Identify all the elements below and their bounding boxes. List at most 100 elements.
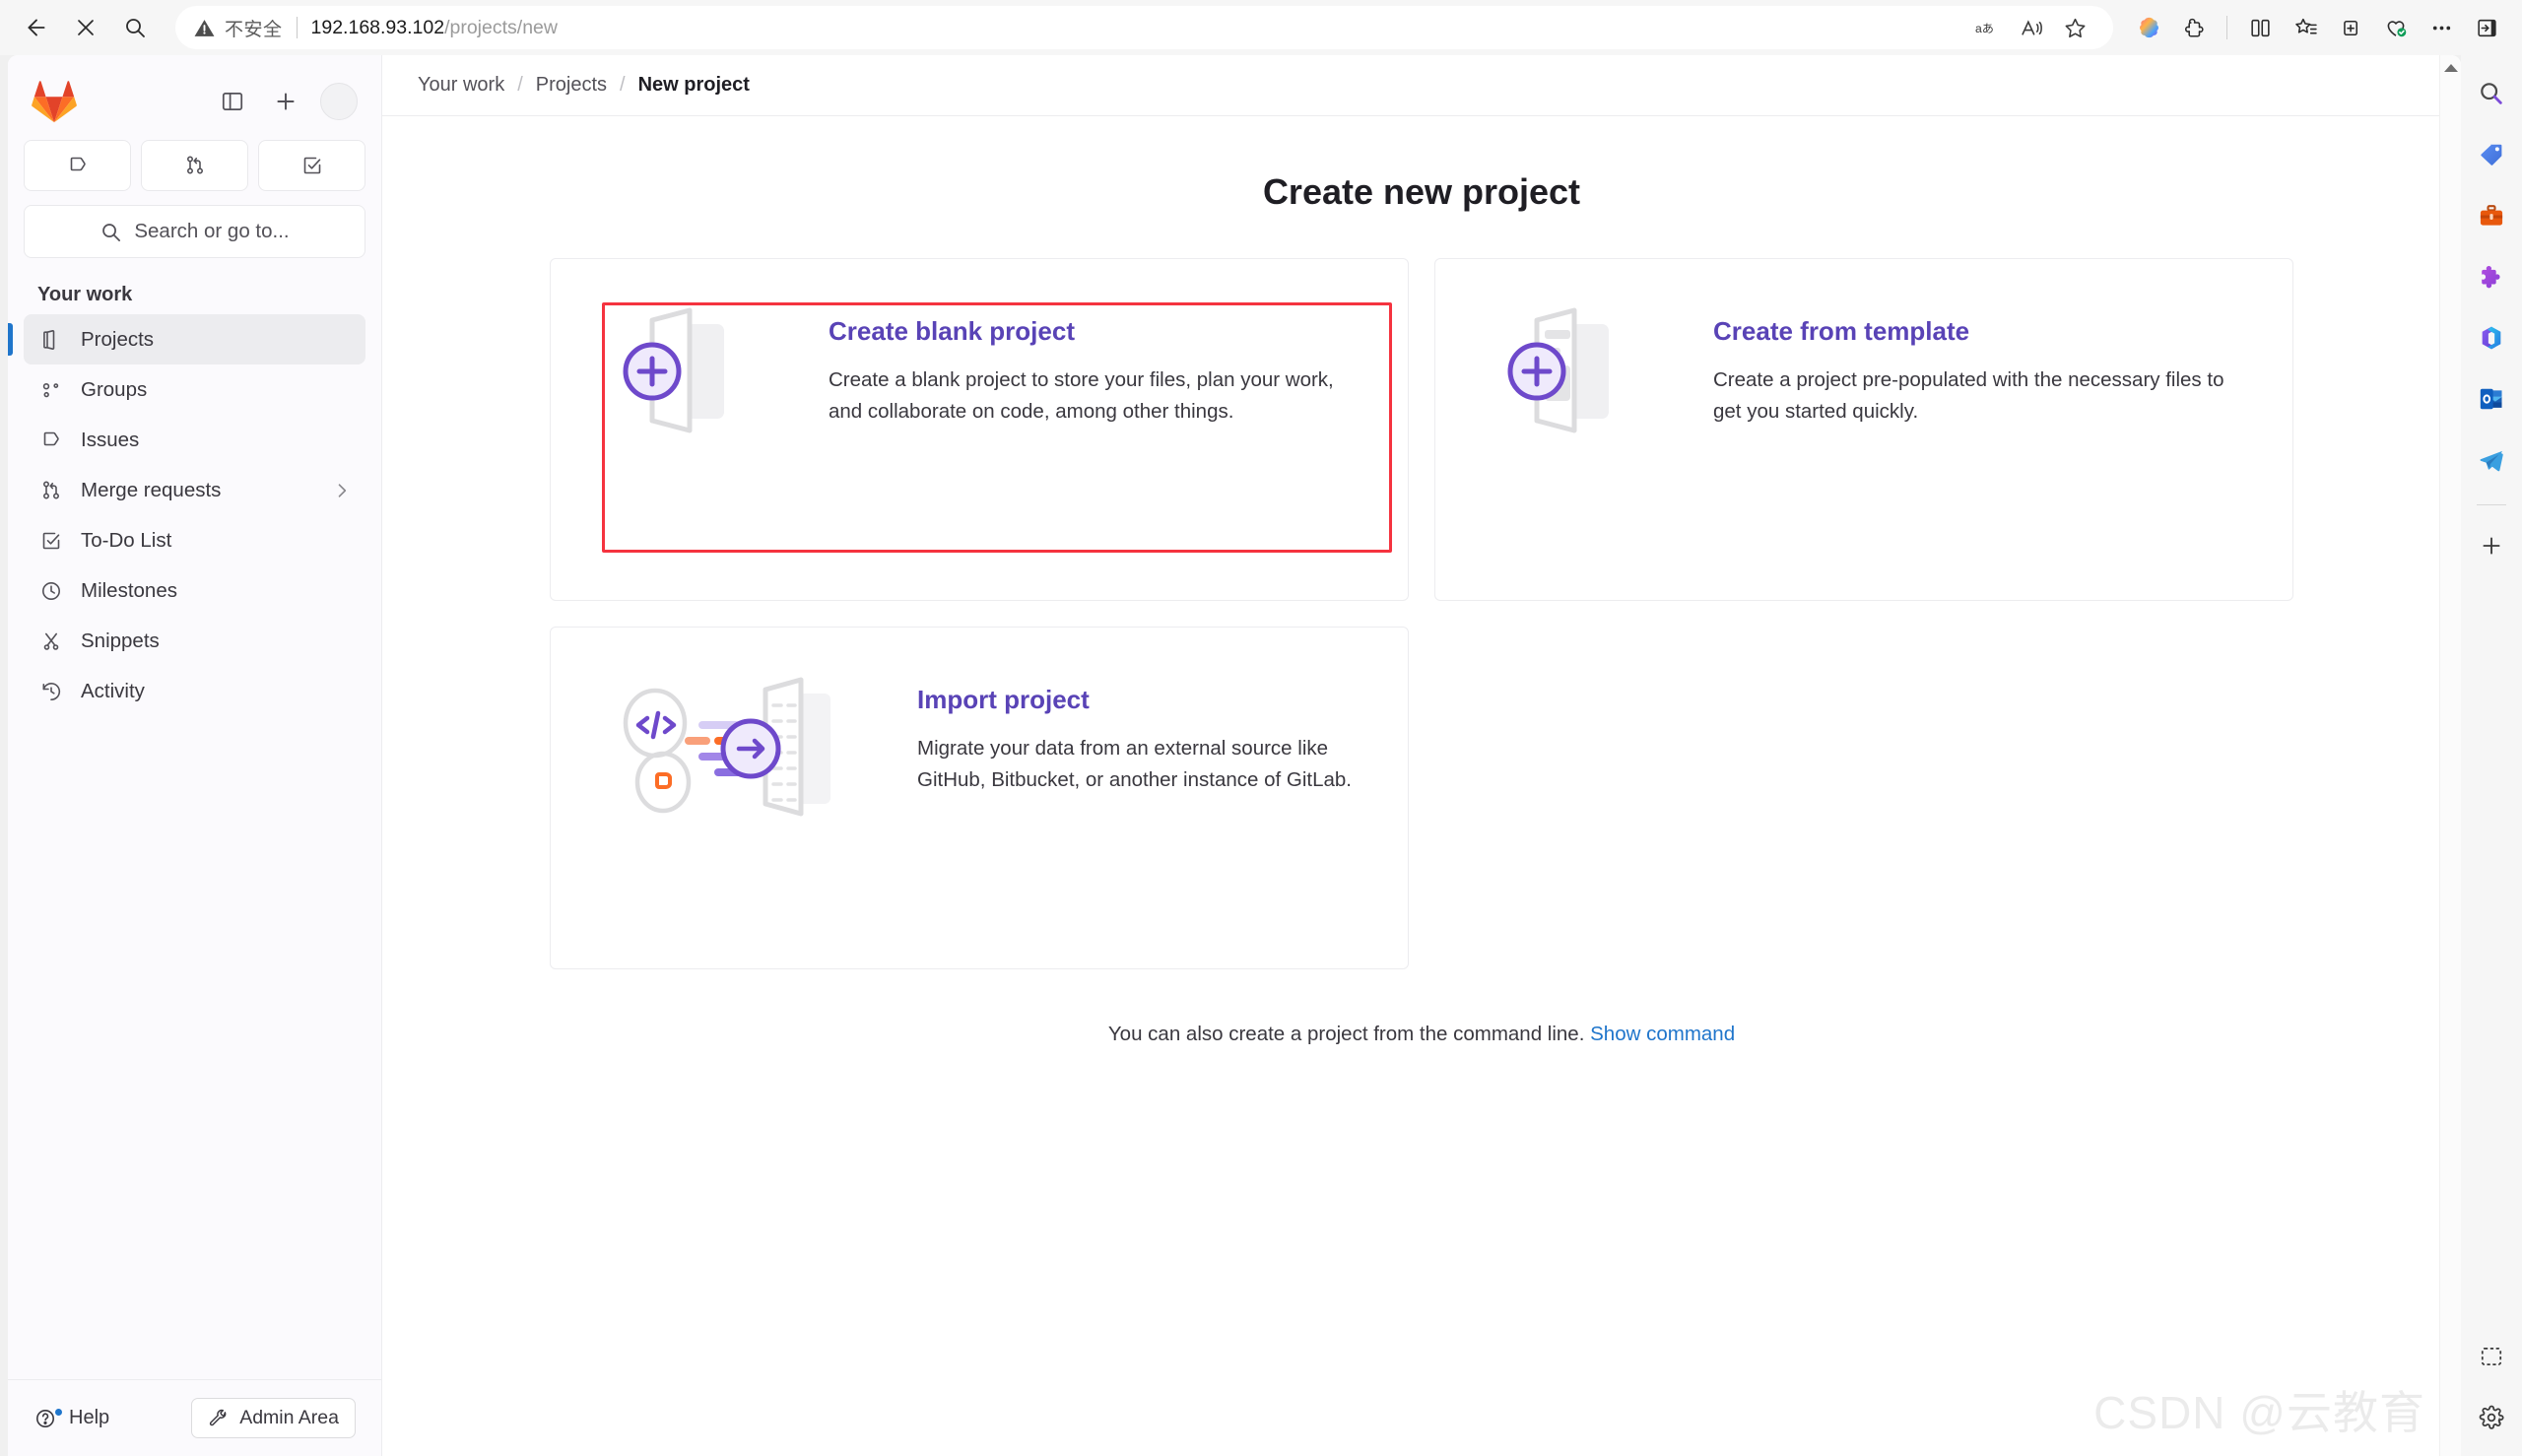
microsoft365-icon[interactable]: [2469, 315, 2514, 361]
sidebar-nav-heading: Your work: [37, 284, 133, 305]
address-bar[interactable]: 不安全 192.168.93.102/projects/new aあ: [175, 6, 2113, 49]
omnibox-actions: aあ: [1958, 7, 2095, 48]
chevron-right-icon[interactable]: [332, 481, 352, 500]
outlook-icon[interactable]: [2469, 376, 2514, 422]
sidebar-item-milestones[interactable]: Milestones: [24, 565, 365, 616]
add-sidebar-app-icon[interactable]: [2469, 523, 2514, 568]
scroll-up-arrow-icon[interactable]: [2443, 61, 2459, 79]
template-project-illustration: [1483, 302, 1680, 450]
sidebar-item-label: To-Do List: [81, 528, 172, 552]
sidebar-item-snippets[interactable]: Snippets: [24, 616, 365, 666]
quick-todo-button[interactable]: [258, 140, 365, 191]
create-from-template-card[interactable]: Create from template Create a project pr…: [1434, 258, 2293, 601]
search-placeholder: Search or go to...: [134, 220, 290, 242]
favorite-star-icon[interactable]: [2054, 7, 2095, 48]
sidebar-item-projects[interactable]: Projects: [8, 314, 365, 364]
copilot-icon[interactable]: [2127, 6, 2170, 49]
extensions-icon[interactable]: [2172, 6, 2216, 49]
project-icon: [37, 328, 65, 352]
sidebar-item-merge-requests[interactable]: Merge requests: [24, 465, 365, 515]
sidebar-item-todo-list[interactable]: To-Do List: [24, 515, 365, 565]
sidebar-item-label: Issues: [81, 428, 140, 451]
telegram-icon[interactable]: [2469, 437, 2514, 483]
shopping-tag-icon[interactable]: [2469, 132, 2514, 177]
url-path: /projects/new: [444, 16, 558, 38]
copilot-brain-glyph: [2139, 17, 2158, 37]
admin-area-button[interactable]: Admin Area: [191, 1398, 356, 1438]
browser-essentials-icon[interactable]: [2374, 6, 2418, 49]
sidebar-quick-actions: [24, 140, 365, 191]
group-icon: [37, 378, 65, 402]
back-button[interactable]: [14, 5, 59, 50]
security-indicator[interactable]: 不安全: [193, 15, 283, 41]
admin-area-label: Admin Area: [239, 1407, 339, 1428]
breadcrumb-your-work[interactable]: Your work: [418, 74, 504, 97]
browser-toolbar: 不安全 192.168.93.102/projects/new aあ: [0, 0, 2522, 55]
clock-icon: [37, 579, 65, 603]
breadcrumb: Your work / Projects / New project: [382, 55, 2461, 116]
breadcrumb-separator: /: [517, 74, 523, 96]
security-text: 不安全: [225, 19, 283, 40]
card-description: Create a project pre-populated with the …: [1713, 368, 2224, 423]
card-title: Import project: [917, 685, 1090, 714]
search-icon[interactable]: [2469, 71, 2514, 116]
quick-merge-requests-button[interactable]: [141, 140, 248, 191]
settings-more-icon[interactable]: [2420, 6, 2463, 49]
sidebar-footer: Help Admin Area: [8, 1379, 381, 1456]
quick-issues-button[interactable]: [24, 140, 131, 191]
sidebar-item-label: Merge requests: [81, 478, 222, 501]
edge-sidebar: [2461, 55, 2522, 1456]
search-icon: [102, 223, 121, 241]
stop-button[interactable]: [63, 5, 108, 50]
sidebar-item-groups[interactable]: Groups: [24, 364, 365, 415]
read-aloud-icon[interactable]: [2011, 7, 2052, 48]
browser-viewport: Search or go to... Your work Projects Gr…: [0, 55, 2522, 1456]
issues-icon: [37, 429, 65, 452]
search-input[interactable]: Search or go to...: [24, 205, 365, 258]
collections-icon[interactable]: [2329, 6, 2372, 49]
avatar[interactable]: [320, 83, 358, 120]
page-title: Create new project: [1262, 171, 1581, 212]
screenshot-icon[interactable]: [2469, 1334, 2514, 1379]
command-line-text: You can also create a project from the c…: [1107, 1023, 1585, 1045]
sidebar-nav: Your work Projects Groups Issues Merge r…: [8, 258, 381, 1379]
breadcrumb-current: New project: [637, 74, 750, 96]
warning-triangle-icon: [194, 19, 215, 36]
split-screen-icon[interactable]: [2238, 6, 2282, 49]
gitlab-logo-icon[interactable]: [32, 80, 77, 123]
settings-gear-icon[interactable]: [2469, 1395, 2514, 1440]
project-options-grid: Create blank project Create a blank proj…: [550, 258, 2293, 969]
favorites-icon[interactable]: [2284, 6, 2327, 49]
sidebar-header: Search or go to...: [8, 55, 381, 258]
page-scrollbar[interactable]: [2439, 55, 2461, 1456]
sidebar-item-label: Snippets: [81, 629, 160, 652]
todo-quick-icon: [303, 157, 320, 174]
sidebar-item-issues[interactable]: Issues: [24, 415, 365, 465]
translate-icon[interactable]: aあ: [1967, 7, 2009, 48]
history-icon: [37, 680, 65, 703]
search-button[interactable]: [112, 5, 158, 50]
games-icon[interactable]: [2469, 254, 2514, 299]
url-text[interactable]: 192.168.93.102/projects/new: [311, 17, 558, 39]
import-project-icon: [623, 677, 830, 817]
create-new-icon[interactable]: [267, 83, 304, 120]
import-project-card[interactable]: Import project Migrate your data from an…: [550, 627, 1409, 969]
breadcrumb-separator: /: [620, 74, 626, 96]
sidebar-item-label: Groups: [81, 377, 148, 401]
sidebar-item-activity[interactable]: Activity: [24, 666, 365, 716]
issues-quick-icon: [70, 157, 86, 171]
snippet-icon: [37, 629, 65, 653]
create-blank-project-card[interactable]: Create blank project Create a blank proj…: [550, 258, 1409, 601]
card-title: Create from template: [1713, 316, 1970, 346]
sidebar-collapse-icon[interactable]: [214, 83, 251, 120]
breadcrumb-projects[interactable]: Projects: [536, 74, 607, 97]
merge-request-icon: [37, 479, 65, 502]
toolbar-divider: [2226, 16, 2227, 39]
tools-icon[interactable]: [2469, 193, 2514, 238]
show-command-link[interactable]: Show command: [1590, 1023, 1735, 1045]
merge-requests-quick-icon: [186, 156, 203, 174]
sidebar-brand-actions: [214, 83, 358, 120]
help-button[interactable]: Help: [33, 1406, 109, 1430]
sidebar-toggle-icon[interactable]: [2465, 6, 2508, 49]
gitlab-main: Your work / Projects / New project Creat…: [382, 55, 2461, 1456]
